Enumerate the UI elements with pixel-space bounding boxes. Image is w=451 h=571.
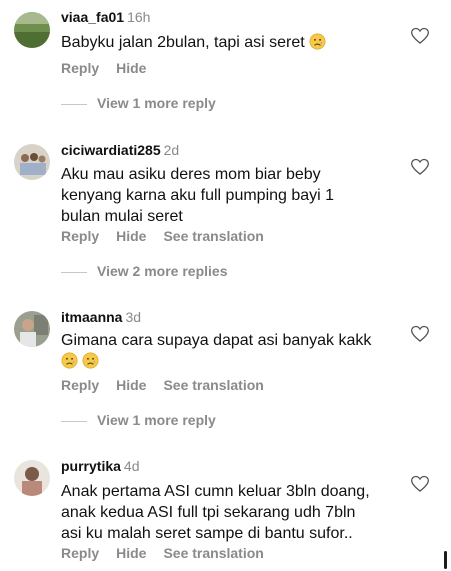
- avatar[interactable]: [14, 144, 50, 180]
- view-more-replies[interactable]: View 1 more reply: [61, 95, 216, 111]
- scrollbar[interactable]: [444, 551, 447, 569]
- comment-line: Aku mau asiku deres mom biar beby: [61, 166, 321, 183]
- see-translation-button[interactable]: See translation: [163, 228, 263, 244]
- hide-button[interactable]: Hide: [116, 228, 146, 244]
- username[interactable]: purrytika: [61, 458, 121, 474]
- username[interactable]: itmaanna: [61, 309, 122, 325]
- comment-line: kenyang karna aku full pumping bayi 1: [61, 187, 335, 204]
- see-translation-button[interactable]: See translation: [163, 377, 263, 393]
- hide-button[interactable]: Hide: [116, 545, 146, 561]
- crying-face-emoji-icon: [61, 352, 78, 369]
- crying-face-emoji-icon: [82, 352, 99, 369]
- comment-actions: Reply Hide See translation: [61, 545, 281, 561]
- comment-line: asi ku malah seret sampe di bantu sufor.…: [61, 525, 353, 542]
- username[interactable]: ciciwardiati285: [61, 142, 161, 158]
- comment-actions: Reply Hide See translation: [61, 377, 281, 393]
- comment-text: Anak pertama ASI cumn keluar 3bln doang,…: [61, 481, 396, 544]
- view-more-replies[interactable]: View 2 more replies: [61, 263, 227, 279]
- view-more-replies-label[interactable]: View 2 more replies: [97, 263, 227, 279]
- comment-meta: purrytika 4d: [61, 458, 140, 474]
- comment-meta: itmaanna 3d: [61, 309, 141, 325]
- view-more-replies[interactable]: View 1 more reply: [61, 412, 216, 428]
- comment-line: bulan mulai seret: [61, 208, 183, 225]
- divider: [61, 103, 87, 105]
- timestamp: 4d: [123, 458, 140, 474]
- timestamp: 2d: [163, 142, 180, 158]
- username[interactable]: viaa_fa01: [61, 9, 124, 25]
- comment-line: Gimana cara supaya dapat asi banyak kakk: [61, 332, 372, 349]
- view-more-replies-label[interactable]: View 1 more reply: [97, 412, 216, 428]
- comment-meta: ciciwardiati285 2d: [61, 142, 179, 158]
- comment-actions: Reply Hide: [61, 60, 163, 76]
- see-translation-button[interactable]: See translation: [163, 545, 263, 561]
- hide-button[interactable]: Hide: [116, 60, 146, 76]
- timestamp: 3d: [125, 309, 142, 325]
- view-more-replies-label[interactable]: View 1 more reply: [97, 95, 216, 111]
- hide-button[interactable]: Hide: [116, 377, 146, 393]
- reply-button[interactable]: Reply: [61, 545, 99, 561]
- crying-face-emoji-icon: [309, 33, 326, 50]
- avatar[interactable]: [14, 12, 50, 48]
- comment-line: anak kedua ASI full tpi sekarang udh 7bl…: [61, 504, 356, 521]
- comment-meta: viaa_fa01 16h: [61, 9, 150, 25]
- heart-outline-icon[interactable]: [410, 26, 430, 46]
- reply-button[interactable]: Reply: [61, 60, 99, 76]
- heart-outline-icon[interactable]: [410, 324, 430, 344]
- emoji-line: [61, 351, 396, 372]
- divider: [61, 271, 87, 273]
- comment-text: Gimana cara supaya dapat asi banyak kakk: [61, 330, 396, 372]
- timestamp: 16h: [127, 9, 151, 25]
- heart-outline-icon[interactable]: [410, 474, 430, 494]
- reply-button[interactable]: Reply: [61, 228, 99, 244]
- avatar[interactable]: [14, 460, 50, 496]
- comment-text: Babyku jalan 2bulan, tapi asi seret: [61, 32, 396, 53]
- reply-button[interactable]: Reply: [61, 377, 99, 393]
- avatar[interactable]: [14, 311, 50, 347]
- heart-outline-icon[interactable]: [410, 157, 430, 177]
- comment-actions: Reply Hide See translation: [61, 228, 281, 244]
- comment-line: Anak pertama ASI cumn keluar 3bln doang,: [61, 483, 370, 500]
- comment-text: Aku mau asiku deres mom biar beby kenyan…: [61, 164, 396, 227]
- divider: [61, 420, 87, 422]
- comment-line: Babyku jalan 2bulan, tapi asi seret: [61, 34, 305, 51]
